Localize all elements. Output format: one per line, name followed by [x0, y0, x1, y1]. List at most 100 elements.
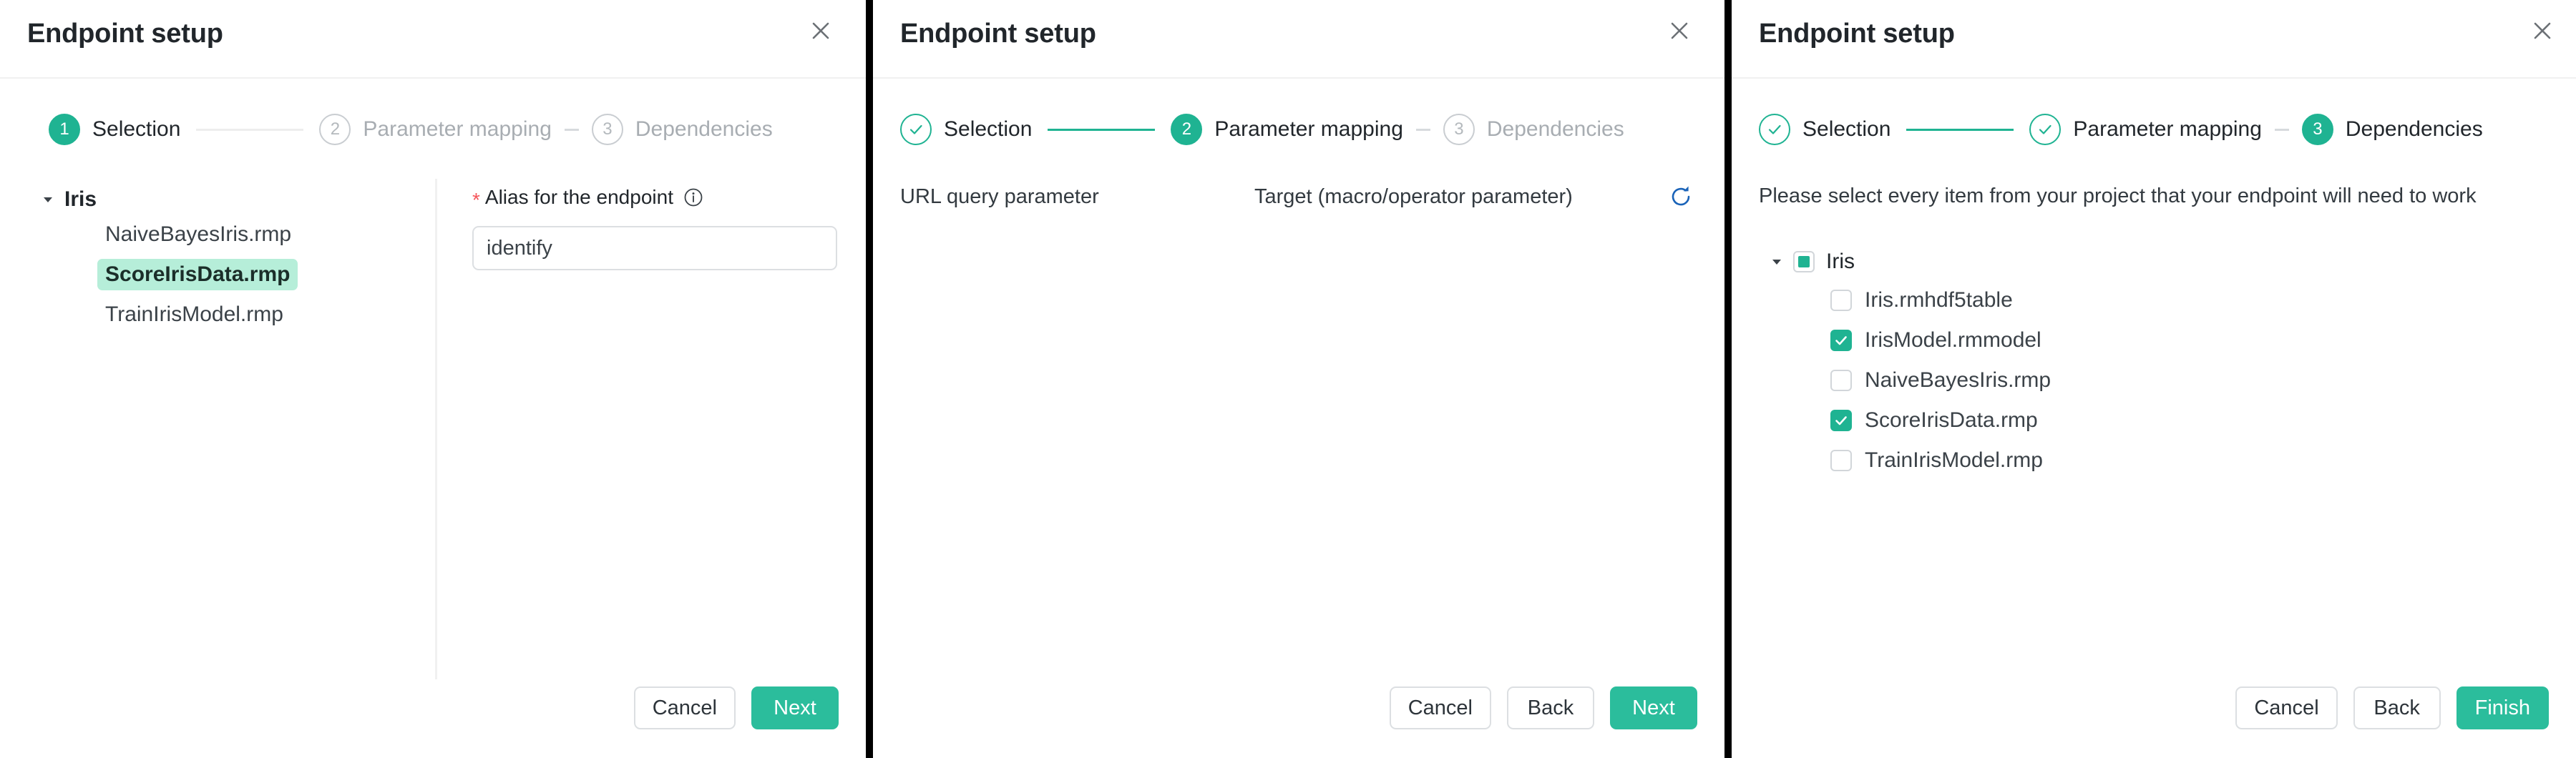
checkbox-dependency[interactable]: [1830, 290, 1852, 311]
step-3-number: 3: [602, 121, 612, 138]
step-connector-1: [1048, 129, 1155, 131]
step-parameter-mapping[interactable]: Parameter mapping: [2029, 113, 2261, 146]
alias-input[interactable]: [472, 226, 837, 270]
step-1-label: Selection: [1802, 117, 1890, 142]
checkbox-dependency-checked[interactable]: [1830, 410, 1852, 431]
mapping-column-headers: URL query parameter Target (macro/operat…: [900, 180, 1697, 213]
step-selection[interactable]: Selection: [1759, 113, 1890, 146]
chevron-down-icon[interactable]: [1769, 254, 1785, 270]
step-parameter-mapping[interactable]: 2 Parameter mapping: [319, 113, 551, 146]
step-connector-2: [565, 129, 579, 131]
dependencies-root-label: Iris: [1826, 250, 1855, 274]
close-icon[interactable]: [2527, 16, 2557, 46]
check-icon: [1833, 413, 1849, 428]
back-button[interactable]: Back: [1507, 686, 1594, 729]
panel-selection-step: Endpoint setup 1 Selection 2 Parameter m…: [0, 0, 866, 758]
alias-label-text: Alias for the endpoint: [485, 186, 673, 209]
refresh-icon[interactable]: [1664, 180, 1697, 213]
dependency-row[interactable]: ScoreIrisData.rmp: [1830, 400, 2270, 440]
step-3-label: Dependencies: [2346, 117, 2483, 142]
step-1-badge-done: [900, 114, 932, 145]
vertical-divider: [435, 179, 437, 679]
page-title: Endpoint setup: [27, 19, 223, 49]
step-2-number: 2: [1182, 121, 1191, 138]
wizard-stepper-2: Selection 2 Parameter mapping 3 Dependen…: [900, 113, 1624, 146]
next-button[interactable]: Next: [751, 686, 839, 729]
dependency-row[interactable]: NaiveBayesIris.rmp: [1830, 360, 2270, 400]
tree-item-label: TrainIrisModel.rmp: [97, 299, 291, 330]
dependencies-hint: Please select every item from your proje…: [1759, 184, 2477, 208]
cancel-button[interactable]: Cancel: [2235, 686, 2337, 729]
wizard-stepper-3: Selection Parameter mapping 3 Dependenci…: [1759, 113, 2483, 146]
step-selection[interactable]: 1 Selection: [49, 113, 180, 146]
close-icon[interactable]: [806, 16, 836, 46]
checkbox-dependency[interactable]: [1830, 450, 1852, 471]
checkbox-dependency[interactable]: [1830, 370, 1852, 391]
tree-item[interactable]: NaiveBayesIris.rmp: [97, 215, 412, 255]
info-icon[interactable]: [683, 187, 703, 207]
step-connector-2: [2275, 129, 2289, 131]
finish-button[interactable]: Finish: [2457, 686, 2549, 729]
next-button[interactable]: Next: [1610, 686, 1697, 729]
step-parameter-mapping[interactable]: 2 Parameter mapping: [1171, 113, 1402, 146]
step-3-badge: 3: [1443, 114, 1475, 145]
dependency-label: NaiveBayesIris.rmp: [1865, 368, 2051, 393]
step-2-badge: 2: [1171, 114, 1202, 145]
tree-root-iris[interactable]: Iris: [40, 184, 412, 215]
dependency-label: IrisModel.rmmodel: [1865, 328, 2041, 353]
step-3-badge: 3: [2302, 114, 2333, 145]
step-2-label: Parameter mapping: [2073, 117, 2261, 142]
alias-form: * Alias for the endpoint: [472, 186, 837, 270]
cancel-button[interactable]: Cancel: [634, 686, 736, 729]
back-button[interactable]: Back: [2353, 686, 2441, 729]
tree-item[interactable]: TrainIrisModel.rmp: [97, 295, 412, 335]
step-dependencies[interactable]: 3 Dependencies: [1443, 113, 1624, 146]
step-dependencies[interactable]: 3 Dependencies: [2302, 113, 2483, 146]
dependency-label: TrainIrisModel.rmp: [1865, 448, 2043, 473]
panel-parameter-mapping-step: Endpoint setup Selection 2: [873, 0, 1724, 758]
dependency-label: ScoreIrisData.rmp: [1865, 408, 2038, 433]
step-dependencies[interactable]: 3 Dependencies: [592, 113, 773, 146]
check-icon: [2036, 120, 2054, 139]
dependencies-root-iris[interactable]: Iris: [1769, 243, 2270, 280]
step-3-badge: 3: [592, 114, 623, 145]
checkbox-root-iris[interactable]: [1793, 251, 1815, 272]
panel-dependencies-step: Endpoint setup Selection: [1732, 0, 2576, 758]
checkbox-dependency-checked[interactable]: [1830, 330, 1852, 351]
check-icon: [1765, 120, 1784, 139]
step-2-number: 2: [331, 121, 340, 138]
project-file-tree: Iris NaiveBayesIris.rmp ScoreIrisData.rm…: [40, 184, 412, 335]
wizard-stepper-1: 1 Selection 2 Parameter mapping 3 Depend…: [49, 113, 773, 146]
dialog-header-3: Endpoint setup: [1732, 0, 2576, 79]
dialog-header-1: Endpoint setup: [0, 0, 866, 79]
endpoint-setup-wizard-screenshot: Endpoint setup 1 Selection 2 Parameter m…: [0, 0, 2576, 758]
step-3-number: 3: [2313, 121, 2322, 138]
close-icon[interactable]: [1664, 16, 1694, 46]
column-header-url-query-parameter: URL query parameter: [900, 185, 1254, 209]
tree-item-selected[interactable]: ScoreIrisData.rmp: [97, 255, 412, 295]
step-connector-1: [1906, 129, 2014, 131]
panel-separator: [1724, 0, 1732, 758]
footer-actions-3: Cancel Back Finish: [2235, 686, 2549, 729]
tree-root-label: Iris: [64, 187, 97, 212]
step-1-label: Selection: [92, 117, 180, 142]
tree-item-label: ScoreIrisData.rmp: [97, 259, 298, 290]
step-3-number: 3: [1454, 121, 1463, 138]
dependency-row[interactable]: IrisModel.rmmodel: [1830, 320, 2270, 360]
step-2-label: Parameter mapping: [363, 117, 551, 142]
required-marker: *: [472, 190, 480, 210]
dependency-label: Iris.rmhdf5table: [1865, 288, 2013, 312]
dependency-row[interactable]: Iris.rmhdf5table: [1830, 280, 2270, 320]
chevron-down-icon[interactable]: [40, 192, 56, 207]
cancel-button[interactable]: Cancel: [1390, 686, 1491, 729]
step-1-badge: 1: [49, 114, 80, 145]
check-icon: [1833, 333, 1849, 348]
step-1-badge-done: [1759, 114, 1790, 145]
dependency-row[interactable]: TrainIrisModel.rmp: [1830, 440, 2270, 481]
page-title: Endpoint setup: [900, 19, 1096, 49]
footer-actions-2: Cancel Back Next: [1390, 686, 1697, 729]
dialog-header-2: Endpoint setup: [873, 0, 1724, 79]
footer-actions-1: Cancel Next: [634, 686, 839, 729]
step-selection[interactable]: Selection: [900, 113, 1032, 146]
step-1-number: 1: [59, 121, 69, 138]
